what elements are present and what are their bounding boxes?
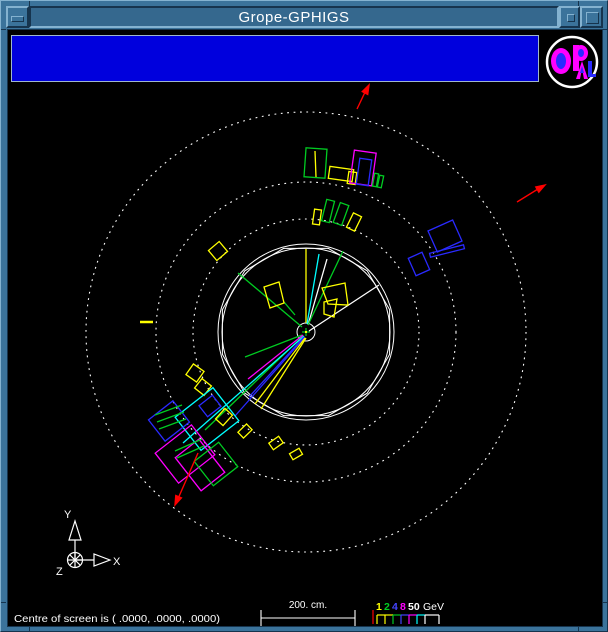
iconify-icon xyxy=(567,14,575,22)
right-calorimeter-cluster xyxy=(408,220,464,276)
track xyxy=(248,335,303,379)
grope-gphigs-window: Grope-GPHIGS xyxy=(0,0,608,632)
maximize-button[interactable] xyxy=(580,6,603,28)
bottom-left-jet-cluster xyxy=(148,388,238,491)
hcal-hit xyxy=(289,448,302,460)
frame-cut xyxy=(1,29,6,30)
hcal-hit xyxy=(208,242,227,261)
ecal-cluster xyxy=(350,150,376,186)
scale-bar: 200. cm. xyxy=(261,600,355,626)
x-axis-label: X xyxy=(113,556,121,568)
z-axis-label: Z xyxy=(56,566,63,578)
centre-status-text: Centre of screen is ( .0000, .0000, .000… xyxy=(14,614,220,625)
hcal-hit xyxy=(269,436,283,449)
track xyxy=(249,337,304,397)
ecal-cluster xyxy=(428,220,462,252)
legend-unit: GeV xyxy=(423,601,444,613)
scale-label: 200. cm. xyxy=(289,600,327,611)
window-menu-button[interactable] xyxy=(6,6,29,28)
event-display[interactable]: Y X Z Centre of screen is ( .0000, .0000… xyxy=(8,30,602,626)
opal-logo-icon xyxy=(545,35,599,89)
histogram-bar xyxy=(346,213,361,231)
histogram-bar xyxy=(321,199,334,222)
track xyxy=(235,337,305,416)
top-calorimeter-cluster xyxy=(304,148,384,188)
info-line-1: Run:event 8404:132137 Ctrk(N= 25 Sump=14… xyxy=(19,77,538,82)
energy-scale-legend: 1 2 4 8 50 GeV xyxy=(373,601,444,624)
cluster-divider xyxy=(315,151,316,177)
arrow-head xyxy=(536,185,545,192)
track xyxy=(238,273,302,327)
histogram-bar xyxy=(333,203,349,226)
y-axis-arrowhead xyxy=(69,521,81,540)
arrow-head xyxy=(175,496,181,506)
titlebar[interactable]: Grope-GPHIGS xyxy=(6,6,603,28)
frame-cut xyxy=(1,602,6,603)
cluster-stripe xyxy=(155,405,182,415)
energy-wedge xyxy=(324,299,337,317)
left-hits xyxy=(140,242,228,322)
legend-value: 8 xyxy=(400,601,406,613)
display-canvas: Y X Z Centre of screen is ( .0000, .0000… xyxy=(7,29,603,627)
hcal-hit xyxy=(238,424,252,438)
ecal-cluster xyxy=(408,252,429,275)
ecal-cluster xyxy=(356,158,372,185)
track xyxy=(255,338,305,404)
energy-histogram-bars xyxy=(312,199,361,231)
track xyxy=(309,285,379,331)
arrow-shaft xyxy=(177,453,198,501)
iconify-button[interactable] xyxy=(559,6,580,28)
histogram-bar xyxy=(312,209,321,225)
y-axis-label: Y xyxy=(64,509,72,521)
arrow-shaft xyxy=(517,189,538,202)
axes-indicator: Y X Z xyxy=(56,509,121,578)
window-menu-icon xyxy=(11,16,24,22)
ecal-cluster xyxy=(199,395,221,416)
window-title: Grope-GPHIGS xyxy=(238,9,349,26)
ecal-cluster xyxy=(148,401,189,441)
x-axis-arrowhead xyxy=(94,554,110,566)
vertex-marker xyxy=(302,328,310,336)
titlebar-drag-area[interactable]: Grope-GPHIGS xyxy=(29,6,559,28)
cluster-stripe xyxy=(157,412,184,422)
arrow-head xyxy=(362,85,369,94)
event-info-panel: Run:event 8404:132137 Ctrk(N= 25 Sump=14… xyxy=(11,35,539,82)
maximize-icon xyxy=(586,12,599,24)
legend-value: 4 xyxy=(392,601,398,613)
legend-value: 50 xyxy=(408,601,420,613)
legend-value: 1 xyxy=(376,601,382,613)
legend-value: 2 xyxy=(384,601,390,613)
